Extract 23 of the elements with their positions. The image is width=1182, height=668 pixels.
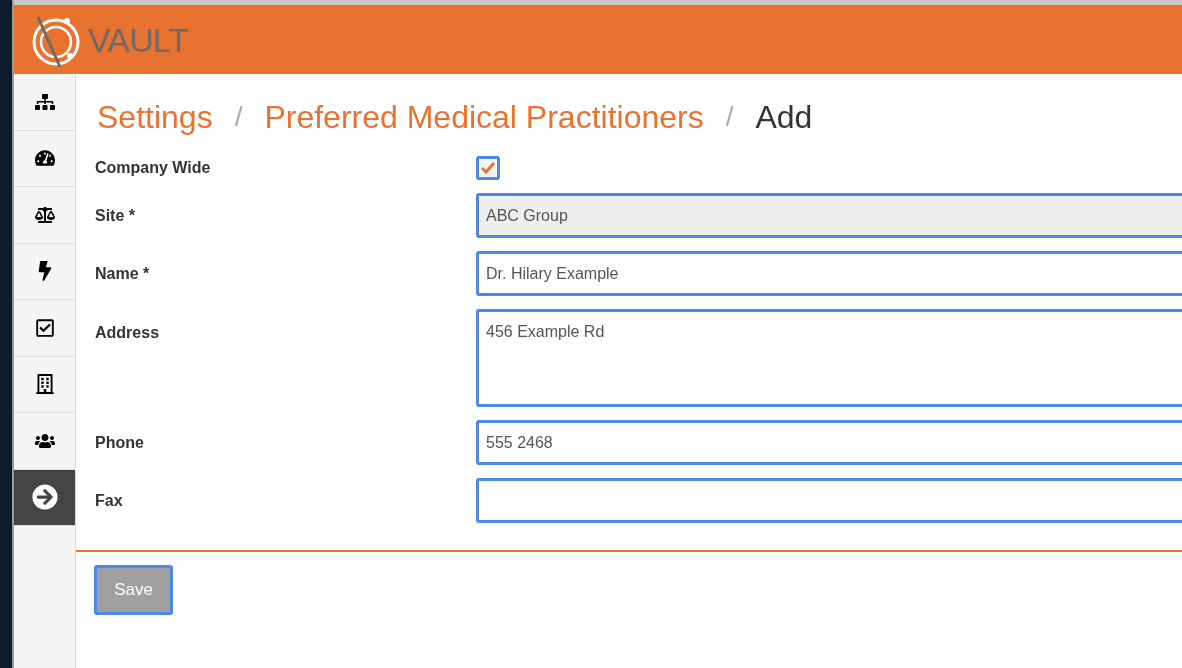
field-label: Fax — [95, 490, 124, 511]
field-label: Name * — [95, 263, 151, 284]
page-title: Add — [755, 98, 813, 137]
arrow-right-icon — [31, 484, 58, 511]
sitemap-icon — [34, 91, 55, 112]
field-label: Address — [95, 323, 161, 343]
building-icon — [34, 374, 55, 395]
input-field[interactable]: 555 2468 — [476, 420, 1182, 465]
input-field[interactable]: Dr. Hilary Example — [476, 251, 1182, 296]
field-label: Company Wide — [95, 158, 212, 178]
dashboard-icon — [34, 148, 55, 169]
input-field[interactable] — [476, 478, 1182, 523]
address-field[interactable]: 456 Example Rd — [476, 309, 1182, 407]
sidebar-item[interactable] — [14, 469, 75, 526]
field-label: Phone — [95, 432, 145, 453]
logo-text: VAULT — [88, 22, 189, 57]
field-label: Site * — [95, 205, 136, 226]
breadcrumb-separator: / — [234, 100, 243, 134]
checkbox-icon — [34, 317, 55, 338]
balance-scale-icon — [34, 204, 55, 225]
checkmark-icon — [481, 162, 495, 174]
company-wide-checkbox[interactable] — [476, 156, 500, 180]
breadcrumb-separator: / — [725, 100, 734, 134]
